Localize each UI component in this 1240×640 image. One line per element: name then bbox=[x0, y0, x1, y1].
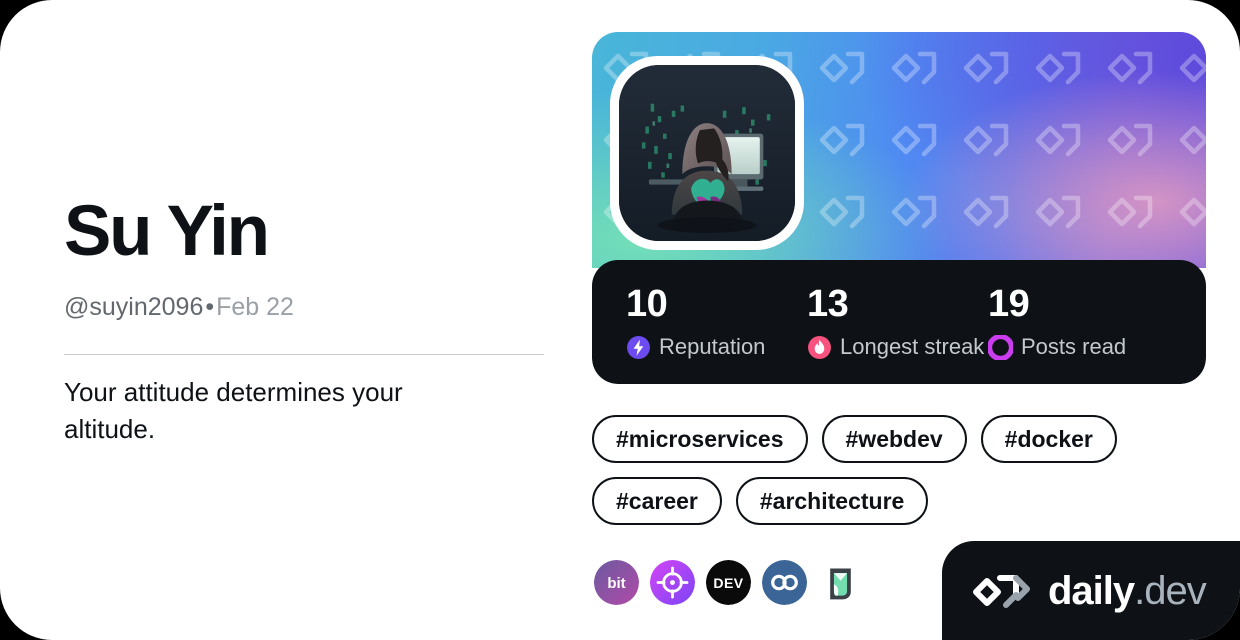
brand-name-primary: daily bbox=[1048, 568, 1135, 613]
stat-posts-read: 19 Posts read bbox=[988, 285, 1126, 360]
tag-chip[interactable]: #microservices bbox=[592, 415, 808, 463]
stat-value: 19 bbox=[988, 282, 1030, 325]
stat-value: 10 bbox=[626, 282, 668, 325]
devto-source-icon[interactable]: DEV bbox=[706, 560, 751, 605]
brand-wordmark: daily.dev bbox=[1048, 568, 1207, 613]
tag-chip[interactable]: #docker bbox=[980, 415, 1117, 463]
mint-glass-source-icon[interactable] bbox=[818, 560, 863, 605]
tag-chip[interactable]: #webdev bbox=[821, 415, 967, 463]
bit-source-icon[interactable]: bit bbox=[594, 560, 639, 605]
daily-dev-logo-icon bbox=[973, 574, 1030, 608]
stat-label: Longest streak bbox=[840, 334, 985, 359]
source-list: bit DEV bbox=[594, 560, 863, 605]
stat-label-row: Reputation bbox=[626, 335, 807, 360]
posts-read-ring-icon bbox=[988, 334, 1013, 360]
cover-and-stats-panel: 10 Reputation 13 Longest streak 19 Posts… bbox=[592, 32, 1206, 384]
tag-chip[interactable]: #career bbox=[592, 477, 722, 525]
daily-dev-brand-badge[interactable]: daily.dev bbox=[942, 541, 1240, 640]
page-title: Su Yin bbox=[64, 192, 270, 271]
profile-card: Su Yin @suyin2096•Feb 22 Your attitude d… bbox=[0, 0, 1240, 640]
stat-value: 13 bbox=[807, 282, 849, 325]
crosshair-source-icon[interactable] bbox=[650, 560, 695, 605]
profile-bio: Your attitude determines your altitude. bbox=[64, 377, 403, 444]
brand-name-suffix: .dev bbox=[1134, 568, 1207, 613]
profile-info-column: Su Yin @suyin2096•Feb 22 Your attitude d… bbox=[64, 0, 544, 640]
stat-reputation: 10 Reputation bbox=[626, 285, 807, 360]
reputation-bolt-icon bbox=[627, 335, 650, 359]
separator-dot: • bbox=[205, 293, 215, 321]
profile-handle: @suyin2096 bbox=[64, 293, 204, 321]
section-divider bbox=[64, 354, 544, 355]
stat-longest-streak: 13 Longest streak bbox=[807, 285, 988, 360]
stats-bar: 10 Reputation 13 Longest streak 19 Posts… bbox=[592, 260, 1206, 384]
stat-label: Reputation bbox=[659, 334, 766, 359]
user-avatar[interactable] bbox=[619, 65, 795, 241]
infinity-source-icon[interactable] bbox=[762, 560, 807, 605]
streak-flame-icon bbox=[808, 335, 831, 359]
avatar-frame bbox=[610, 56, 804, 250]
profile-media-column: 10 Reputation 13 Longest streak 19 Posts… bbox=[592, 32, 1206, 384]
tag-list: #microservices #webdev #docker #career #… bbox=[592, 415, 1212, 525]
stat-label: Posts read bbox=[1021, 334, 1127, 359]
tag-chip[interactable]: #architecture bbox=[735, 477, 929, 525]
stat-label-row: Posts read bbox=[988, 334, 1127, 360]
svg-text:DEV: DEV bbox=[713, 575, 743, 591]
joined-date: Feb 22 bbox=[216, 293, 294, 321]
handle-and-date-row: @suyin2096•Feb 22 bbox=[64, 295, 294, 320]
svg-text:bit: bit bbox=[607, 575, 625, 592]
stat-label-row: Longest streak bbox=[807, 335, 988, 360]
